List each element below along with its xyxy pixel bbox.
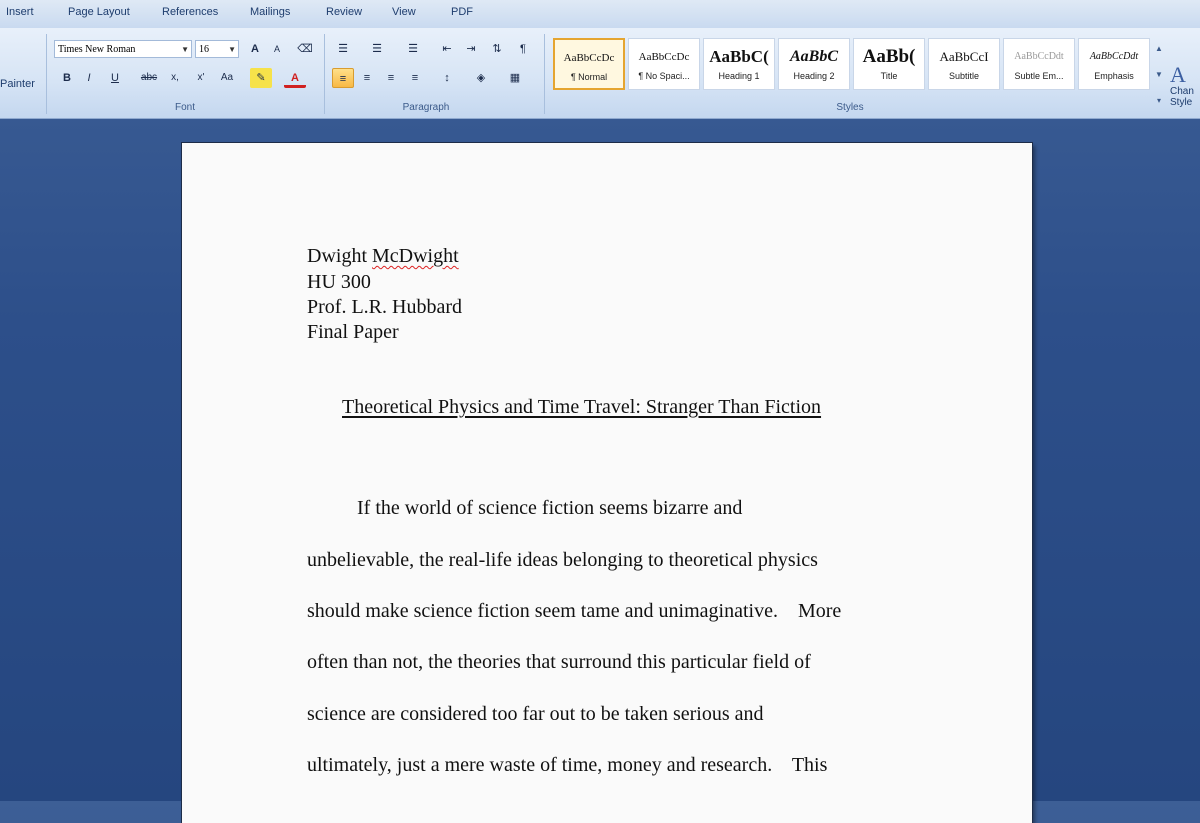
style-sample: AaBbCcDdt — [1014, 51, 1064, 62]
change-styles-button[interactable]: A Chan Style — [1170, 62, 1200, 109]
body-line: science are considered too far out to be… — [307, 703, 764, 725]
style-name: Subtle Em... — [1014, 71, 1064, 81]
align-center-icon[interactable]: ≡ — [356, 68, 378, 88]
ribbon-home: Painter Times New Roman ▼ 16 ▼ A A ⌫ B I… — [0, 28, 1200, 119]
header-line-professor: Prof. L.R. Hubbard — [307, 296, 462, 318]
group-divider — [46, 34, 47, 114]
bold-button[interactable]: B — [56, 68, 78, 88]
font-color-button[interactable]: A — [284, 68, 306, 88]
style-name: Heading 1 — [718, 71, 760, 81]
style-no-spacing[interactable]: AaBbCcDc ¶ No Spaci... — [628, 38, 700, 90]
scroll-down-icon[interactable]: ▼ — [1152, 62, 1166, 88]
body-line: should make science fiction seem tame an… — [307, 600, 842, 622]
header-line-assignment: Final Paper — [307, 321, 399, 343]
body-line: ultimately, just a mere waste of time, m… — [307, 754, 828, 776]
justify-icon[interactable]: ≡ — [404, 68, 426, 88]
group-divider — [544, 34, 545, 114]
subscript-button[interactable]: x, — [164, 68, 186, 88]
style-name: Subtitle — [948, 71, 980, 81]
underline-button[interactable]: U — [104, 68, 126, 88]
paragraph-group-label: Paragraph — [402, 102, 450, 113]
align-left-icon[interactable]: ≡ — [332, 68, 354, 88]
style-name: ¶ No Spaci... — [638, 71, 690, 81]
body-line: unbelievable, the real-life ideas belong… — [307, 549, 818, 571]
change-styles-icon: A — [1170, 62, 1186, 87]
more-styles-icon[interactable]: ▾ — [1152, 88, 1166, 114]
tab-mailings[interactable]: Mailings — [250, 6, 290, 18]
change-case-button[interactable]: Aa — [216, 68, 238, 88]
borders-icon[interactable]: ▦ — [504, 68, 526, 88]
style-name: Emphasis — [1094, 71, 1134, 81]
style-heading-1[interactable]: AaBbC( Heading 1 — [703, 38, 775, 90]
font-name-value: Times New Roman — [58, 44, 136, 55]
format-painter-button[interactable]: Painter — [0, 78, 35, 90]
header-line-name: Dwight McDwight — [307, 245, 459, 267]
style-sample: AaBbCcDdt — [1089, 51, 1139, 62]
style-heading-2[interactable]: AaBbC Heading 2 — [778, 38, 850, 90]
highlight-icon[interactable]: ✎ — [250, 68, 272, 88]
tab-review[interactable]: Review — [326, 6, 362, 18]
chevron-down-icon: ▼ — [228, 45, 236, 54]
clear-formatting-icon[interactable]: ⌫ — [294, 39, 316, 59]
style-sample: AaBbC( — [709, 47, 769, 66]
style-sample: AaBbCcDc — [638, 51, 690, 63]
style-sample: AaBbC — [789, 48, 838, 65]
font-size-select[interactable]: 16 ▼ — [195, 40, 239, 58]
multilevel-list-icon[interactable]: ☰ — [402, 39, 424, 59]
style-sample: AaBb( — [862, 47, 916, 67]
style-subtle-emphasis[interactable]: AaBbCcDdt Subtle Em... — [1003, 38, 1075, 90]
ribbon-tab-bar: Insert Page Layout References Mailings R… — [0, 0, 1200, 29]
style-sample: AaBbCcDc — [563, 52, 615, 64]
tab-insert[interactable]: Insert — [6, 6, 34, 18]
scroll-up-icon[interactable]: ▲ — [1152, 36, 1166, 62]
bullets-icon[interactable]: ☰ — [332, 39, 354, 59]
style-emphasis[interactable]: AaBbCcDdt Emphasis — [1078, 38, 1150, 90]
change-styles-label: Style — [1170, 97, 1193, 108]
tab-references[interactable]: References — [162, 6, 218, 18]
style-normal[interactable]: AaBbCcDc ¶ Normal — [553, 38, 625, 90]
shrink-font-button[interactable]: A — [266, 39, 288, 59]
style-subtitle[interactable]: AaBbCcI Subtitle — [928, 38, 1000, 90]
tab-page-layout[interactable]: Page Layout — [68, 6, 130, 18]
tab-view[interactable]: View — [392, 6, 416, 18]
shading-icon[interactable]: ◈ — [470, 68, 492, 88]
styles-group-label: Styles — [836, 102, 864, 113]
tab-pdf[interactable]: PDF — [451, 6, 473, 18]
group-divider — [324, 34, 325, 114]
document-page[interactable]: Dwight McDwight HU 300 Prof. L.R. Hubbar… — [182, 143, 1032, 823]
grow-font-button[interactable]: A — [244, 39, 266, 59]
strikethrough-button[interactable]: abc — [138, 68, 160, 88]
increase-indent-icon[interactable]: ⇥ — [460, 39, 482, 59]
change-styles-label: Chan — [1170, 86, 1194, 97]
decrease-indent-icon[interactable]: ⇤ — [436, 39, 458, 59]
font-name-select[interactable]: Times New Roman ▼ — [54, 40, 192, 58]
superscript-button[interactable]: x' — [190, 68, 212, 88]
show-marks-icon[interactable]: ¶ — [512, 39, 534, 59]
numbering-icon[interactable]: ☰ — [366, 39, 388, 59]
style-sample: AaBbCcI — [939, 49, 989, 64]
style-name: Title — [880, 71, 898, 81]
align-right-icon[interactable]: ≡ — [380, 68, 402, 88]
style-name: ¶ Normal — [570, 72, 608, 82]
chevron-down-icon: ▼ — [181, 45, 189, 54]
body-line: often than not, the theories that surrou… — [307, 651, 811, 673]
body-line: If the world of science fiction seems bi… — [357, 497, 743, 519]
style-name: Heading 2 — [793, 71, 835, 81]
style-title[interactable]: AaBb( Title — [853, 38, 925, 90]
spelling-error[interactable]: McDwight — [372, 245, 459, 267]
styles-scroller[interactable]: ▲ ▼ ▾ — [1152, 36, 1166, 116]
line-spacing-icon[interactable]: ↕ — [436, 68, 458, 88]
sort-icon[interactable]: ⇅ — [486, 39, 508, 59]
font-size-value: 16 — [199, 44, 209, 55]
font-group-label: Font — [174, 102, 195, 113]
header-line-course: HU 300 — [307, 271, 371, 293]
italic-button[interactable]: I — [78, 68, 100, 88]
document-title: Theoretical Physics and Time Travel: Str… — [342, 396, 822, 418]
